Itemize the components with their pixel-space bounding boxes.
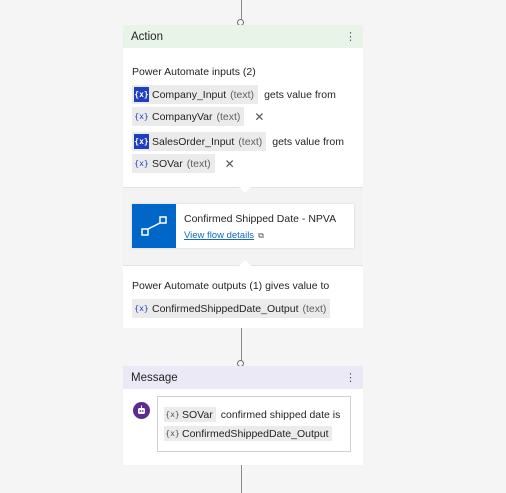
flow-card[interactable]: Confirmed Shipped Date - NPVA View flow … xyxy=(132,204,354,248)
message-variable-pill[interactable]: {x} SOVar xyxy=(164,407,216,422)
gets-value-from-label: gets value from xyxy=(272,135,345,148)
input-name: Company_Input xyxy=(152,88,227,101)
notch-bottom xyxy=(239,260,251,266)
variable-icon: {x} xyxy=(134,159,149,168)
variable-icon: {x} xyxy=(134,134,149,149)
message-text: confirmed shipped date is xyxy=(220,408,341,421)
input-variable-pill[interactable]: {x} Company_Input (text) xyxy=(132,85,259,104)
value-variable-pill[interactable]: {x} SOVar (text) xyxy=(132,154,215,173)
message-text-box[interactable]: {x} SOVar confirmed shipped date is {x} … xyxy=(157,396,351,452)
action-card-header: Action ⋮ xyxy=(123,25,363,48)
more-options-icon[interactable]: ⋮ xyxy=(345,31,356,42)
gets-value-from-label: gets value from xyxy=(264,88,336,101)
clear-value-icon[interactable]: ✕ xyxy=(254,110,264,124)
input-type: (text) xyxy=(238,135,263,148)
connector-line-middle xyxy=(241,328,242,361)
value-name: CompanyVar xyxy=(152,110,213,123)
output-variable-pill[interactable]: {x} ConfirmedShippedDate_Output (text) xyxy=(132,299,331,318)
message-line-1: {x} SOVar confirmed shipped date is xyxy=(164,407,340,422)
message-line-2: {x} ConfirmedShippedDate_Output xyxy=(164,426,332,441)
value-type: (text) xyxy=(186,157,211,170)
connector-line-bottom xyxy=(241,465,242,493)
bot-icon xyxy=(133,402,150,419)
value-type: (text) xyxy=(216,110,241,123)
more-options-icon[interactable]: ⋮ xyxy=(345,372,356,383)
input-variable-pill[interactable]: {x} SalesOrder_Input (text) xyxy=(132,132,267,151)
flow-name: Confirmed Shipped Date - NPVA xyxy=(184,213,337,225)
message-card-header: Message ⋮ xyxy=(123,366,363,389)
input-value-row: {x} SOVar (text) ✕ xyxy=(132,154,235,173)
outputs-heading: Power Automate outputs (1) gives value t… xyxy=(132,280,330,292)
action-card-title: Action xyxy=(131,30,163,43)
inputs-heading: Power Automate inputs (2) xyxy=(132,66,256,78)
action-card: Action ⋮ Power Automate inputs (2) {x} C… xyxy=(123,25,363,328)
message-variable-name: ConfirmedShippedDate_Output xyxy=(182,427,329,440)
variable-icon: {x} xyxy=(134,112,149,121)
notch-top xyxy=(239,187,251,193)
variable-icon: {x} xyxy=(134,304,149,313)
message-variable-name: SOVar xyxy=(182,408,213,421)
message-variable-pill[interactable]: {x} ConfirmedShippedDate_Output xyxy=(164,426,332,441)
variable-icon: {x} xyxy=(134,87,149,102)
input-mapping-row: {x} SalesOrder_Input (text) gets value f… xyxy=(132,132,344,151)
variable-icon: {x} xyxy=(165,410,180,419)
variable-icon: {x} xyxy=(165,429,180,438)
connector-line-top xyxy=(241,0,242,20)
value-variable-pill[interactable]: {x} CompanyVar (text) xyxy=(132,107,245,126)
external-link-icon: ⧉ xyxy=(258,231,264,240)
message-card-title: Message xyxy=(131,371,178,384)
output-row: {x} ConfirmedShippedDate_Output (text) xyxy=(132,299,331,318)
flow-section: Confirmed Shipped Date - NPVA View flow … xyxy=(123,187,363,266)
value-name: SOVar xyxy=(152,157,183,170)
input-mapping-row: {x} Company_Input (text) gets value from xyxy=(132,85,336,104)
output-type: (text) xyxy=(302,302,327,315)
clear-value-icon[interactable]: ✕ xyxy=(225,157,235,171)
output-name: ConfirmedShippedDate_Output xyxy=(152,302,299,315)
message-card: Message ⋮ {x} SOVar confirmed shipped da… xyxy=(123,366,363,465)
view-flow-details-link[interactable]: View flow details ⧉ xyxy=(184,230,264,241)
input-name: SalesOrder_Input xyxy=(152,135,235,148)
input-type: (text) xyxy=(230,88,255,101)
view-flow-details-label: View flow details xyxy=(184,230,255,241)
flow-icon xyxy=(132,204,176,248)
input-value-row: {x} CompanyVar (text) ✕ xyxy=(132,107,264,126)
